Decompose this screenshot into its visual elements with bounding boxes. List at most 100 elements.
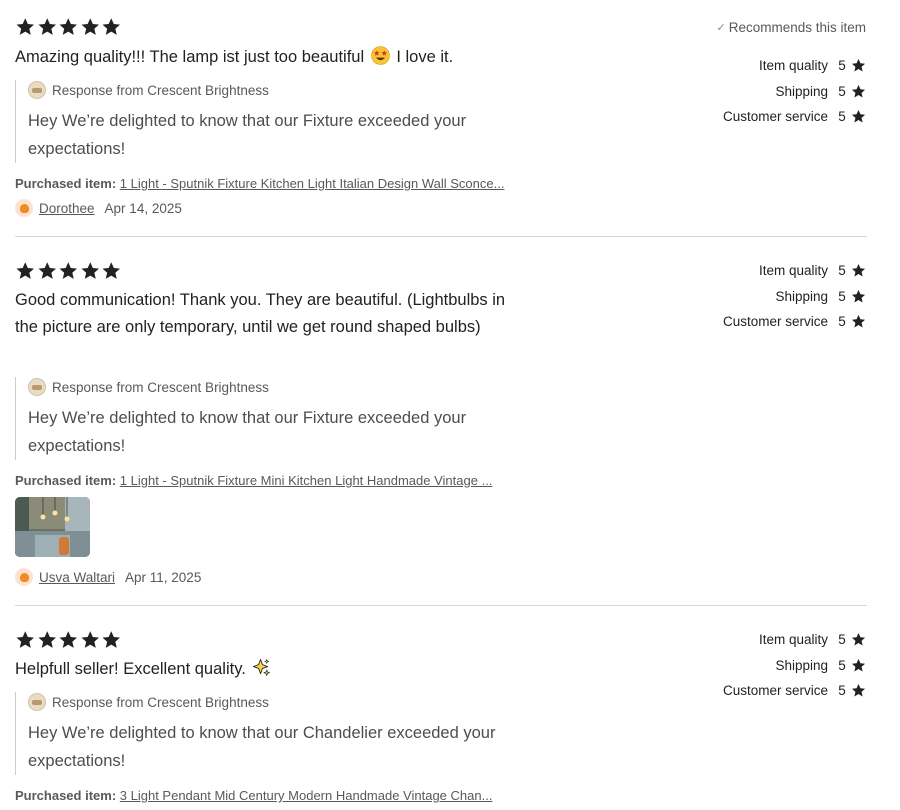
star-icon bbox=[851, 633, 866, 646]
rating-label: Shipping bbox=[775, 288, 828, 304]
shop-avatar bbox=[28, 378, 46, 396]
rating-label: Customer service bbox=[722, 683, 828, 699]
reviewer-info: Dorothee Apr 14, 2025 bbox=[15, 199, 182, 217]
review-date: Apr 11, 2025 bbox=[125, 569, 202, 585]
star-rating bbox=[15, 17, 122, 37]
review-photo-image bbox=[15, 497, 90, 557]
rating-label: Item quality bbox=[758, 58, 828, 74]
purchased-label: Purchased item: bbox=[15, 473, 117, 488]
review-card: Helpfull seller! Excellent quality. Item… bbox=[0, 606, 900, 810]
response-text: Hey We’re delighted to know that our Fix… bbox=[28, 112, 467, 158]
recommends-label: Recommends this item bbox=[728, 20, 866, 35]
rating-value: 5 bbox=[838, 314, 846, 330]
reviewer-avatar bbox=[15, 568, 33, 586]
star-icon bbox=[59, 262, 77, 279]
review-text: Good communication! Thank you. They are … bbox=[15, 291, 506, 336]
star-icon bbox=[16, 18, 34, 35]
star-icon bbox=[851, 110, 866, 123]
response-header: Response from Crescent Brightness bbox=[28, 80, 535, 100]
rating-label: Customer service bbox=[722, 109, 828, 125]
rating-value: 5 bbox=[838, 657, 846, 673]
rating-value: 5 bbox=[838, 632, 846, 648]
sparkles-emoji-icon bbox=[253, 658, 271, 676]
star-icon bbox=[59, 18, 77, 35]
star-icon bbox=[851, 289, 866, 303]
reviewer-info: Usva Waltari Apr 11, 2025 bbox=[15, 568, 201, 586]
reviewer-name-link[interactable]: Dorothee bbox=[39, 201, 95, 216]
review-date: Apr 14, 2025 bbox=[104, 200, 182, 216]
star-icon bbox=[81, 18, 99, 35]
rating-customer-service: Customer service 5 bbox=[646, 104, 866, 130]
response-text: Hey We’re delighted to know that our Cha… bbox=[28, 724, 496, 770]
rating-label: Shipping bbox=[775, 83, 828, 99]
rating-label: Item quality bbox=[758, 632, 828, 648]
rating-item-quality: Item quality 5 bbox=[646, 627, 866, 653]
seller-response: Response from Crescent Brightness Hey We… bbox=[15, 692, 535, 775]
purchased-item-link[interactable]: 3 Light Pendant Mid Century Modern Handm… bbox=[120, 788, 493, 803]
rating-value: 5 bbox=[838, 109, 846, 125]
purchased-item-link[interactable]: 1 Light - Sputnik Fixture Kitchen Light … bbox=[120, 176, 505, 191]
rating-customer-service: Customer service 5 bbox=[646, 678, 866, 704]
star-struck-emoji-icon bbox=[370, 46, 390, 65]
review-text-main: Amazing quality!!! The lamp ist just too… bbox=[15, 48, 365, 66]
rating-shipping: Shipping 5 bbox=[646, 653, 866, 679]
sub-ratings: Item quality 5 Shipping 5 Customer servi… bbox=[646, 258, 866, 335]
star-icon bbox=[102, 262, 120, 279]
response-from: Response from Crescent Brightness bbox=[52, 82, 269, 98]
response-header: Response from Crescent Brightness bbox=[28, 692, 535, 712]
star-icon bbox=[851, 684, 866, 697]
star-icon bbox=[81, 631, 99, 648]
rating-label: Customer service bbox=[722, 314, 828, 330]
star-rating bbox=[15, 630, 122, 650]
star-icon bbox=[851, 59, 866, 72]
star-icon bbox=[16, 262, 34, 279]
rating-customer-service: Customer service 5 bbox=[646, 309, 866, 335]
rating-label: Item quality bbox=[758, 263, 828, 279]
reviewer-avatar bbox=[15, 199, 33, 217]
response-header: Response from Crescent Brightness bbox=[28, 377, 535, 397]
shop-avatar bbox=[28, 693, 46, 711]
check-icon: ✓ bbox=[716, 22, 726, 34]
star-icon bbox=[38, 18, 56, 35]
purchased-item-link[interactable]: 1 Light - Sputnik Fixture Mini Kitchen L… bbox=[120, 473, 493, 488]
recommends-badge: ✓ Recommends this item bbox=[716, 20, 866, 35]
rating-value: 5 bbox=[838, 83, 846, 99]
star-icon bbox=[38, 631, 56, 648]
star-icon bbox=[851, 84, 866, 98]
purchased-label: Purchased item: bbox=[15, 788, 117, 803]
star-rating bbox=[15, 261, 122, 281]
rating-label: Shipping bbox=[775, 657, 828, 673]
review-text-main: Helpfull seller! Excellent quality. bbox=[15, 660, 246, 678]
rating-value: 5 bbox=[838, 263, 846, 279]
star-icon bbox=[851, 315, 866, 328]
review-card: Amazing quality!!! The lamp ist just too… bbox=[0, 0, 900, 237]
response-text: Hey We’re delighted to know that our Fix… bbox=[28, 409, 467, 455]
sub-ratings: Item quality 5 Shipping 5 Customer servi… bbox=[646, 53, 866, 130]
reviewer-name-link[interactable]: Usva Waltari bbox=[39, 570, 115, 585]
star-icon bbox=[38, 262, 56, 279]
review-card: Good communication! Thank you. They are … bbox=[0, 237, 900, 606]
star-icon bbox=[851, 658, 866, 672]
shop-avatar bbox=[28, 81, 46, 99]
star-icon bbox=[59, 631, 77, 648]
rating-item-quality: Item quality 5 bbox=[646, 53, 866, 79]
purchased-label: Purchased item: bbox=[15, 176, 117, 191]
rating-shipping: Shipping 5 bbox=[646, 284, 866, 310]
rating-shipping: Shipping 5 bbox=[646, 79, 866, 105]
review-photo[interactable] bbox=[15, 497, 90, 557]
rating-value: 5 bbox=[838, 288, 846, 304]
purchased-item: Purchased item: 3 Light Pendant Mid Cent… bbox=[15, 788, 535, 803]
rating-value: 5 bbox=[838, 683, 846, 699]
review-text: Helpfull seller! Excellent quality. bbox=[15, 656, 535, 683]
star-icon bbox=[81, 262, 99, 279]
review-text-end: I love it. bbox=[396, 48, 454, 66]
sub-ratings: Item quality 5 Shipping 5 Customer servi… bbox=[646, 627, 866, 704]
seller-response: Response from Crescent Brightness Hey We… bbox=[15, 80, 535, 163]
response-from: Response from Crescent Brightness bbox=[52, 379, 269, 395]
star-icon bbox=[102, 18, 120, 35]
seller-response: Response from Crescent Brightness Hey We… bbox=[15, 377, 535, 460]
purchased-item: Purchased item: 1 Light - Sputnik Fixtur… bbox=[15, 473, 535, 488]
review-text: Amazing quality!!! The lamp ist just too… bbox=[15, 44, 535, 71]
star-icon bbox=[16, 631, 34, 648]
star-icon bbox=[851, 264, 866, 277]
